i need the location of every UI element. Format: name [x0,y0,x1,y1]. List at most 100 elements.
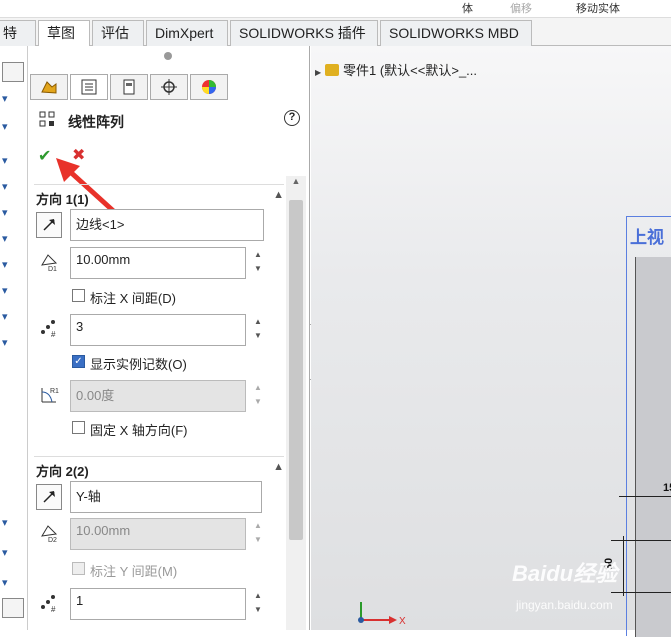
tab-configuration-manager[interactable] [110,74,148,100]
angle-icon: R1 [36,382,62,408]
tree-item-label: 零件1 (默认<<默认>_... [343,63,478,78]
toolbar-item-offset[interactable]: 偏移 [510,0,532,16]
angle-spinner[interactable]: ▲ ▼ [250,381,266,411]
configuration-icon [123,79,135,95]
color-wheel-icon [202,80,216,94]
direction2-spacing-field[interactable]: 10.00mm [70,518,246,550]
tool-move-icon[interactable]: ▾ [2,576,26,590]
feature-tree-icon [41,81,57,94]
tool-slot-icon[interactable]: ▾ [2,232,26,246]
scroll-up-icon[interactable]: ▲ [286,176,306,192]
tool-rect-icon[interactable]: ▾ [2,206,26,220]
direction1-title: 方向 1(1) [36,192,89,207]
tab-features[interactable]: 特征 [0,20,36,65]
reverse-direction-icon [43,219,55,231]
tool-pattern-icon[interactable]: ▾ [2,546,26,560]
svg-text:D1: D1 [48,266,57,273]
dim-y-spacing-label: 标注 Y 间距(M) [90,564,178,579]
reverse-direction-icon [43,491,55,503]
graphics-viewport[interactable]: ▶零件1 (默认<<默认>_... 上视 15 30 X [311,46,671,637]
spacing2-spinner[interactable]: ▲ ▼ [250,519,266,549]
dim-x-spacing-checkbox[interactable] [72,289,85,302]
show-count-label: 显示实例记数(O) [90,357,187,372]
tool-spline-icon[interactable]: ▾ [2,180,26,194]
spacing-d1-icon: D1 [36,249,62,275]
instances-spinner[interactable]: ▲ ▼ [250,315,266,345]
instances-icon: # [36,316,62,342]
collapse-arrow-icon[interactable]: ▲ [273,461,284,473]
help-icon[interactable]: ? [284,110,300,126]
spacing-d2-icon: D2 [36,520,62,546]
ribbon-tab-bar: 特征 草图 评估 DimXpert SOLIDWORKS 插件 SOLIDWOR… [0,18,671,65]
tool-display-icon[interactable] [2,598,24,618]
direction1-spacing-field[interactable]: 10.00mm [70,247,246,279]
direction1-angle-field[interactable]: 0.00度 [70,380,246,412]
tool-fillet-icon[interactable]: ▾ [2,284,26,298]
tool-trim-icon[interactable]: ▾ [2,310,26,324]
scroll-thumb[interactable] [289,200,303,540]
svg-text:D2: D2 [48,537,57,544]
collapse-arrow-icon[interactable]: ▲ [273,189,284,201]
svg-text:#: # [51,330,56,339]
tool-arc-icon[interactable]: ▾ [2,120,26,134]
triad-x-label: X [399,616,406,627]
fix-axis-label: 固定 X 轴方向(F) [90,423,188,438]
tab-evaluate[interactable]: 评估 [92,20,144,46]
dimension-value-a[interactable]: 15 [663,482,671,494]
crosshair-icon [161,79,177,95]
direction1-header[interactable]: 方向 1(1) ▲ [34,184,284,207]
tab-dimxpert[interactable]: DimXpert [146,20,228,46]
tool-mirror-icon[interactable]: ▾ [2,516,26,530]
panel-title: 线性阵列 [68,114,124,130]
tool-convert-icon[interactable]: ▾ [2,336,26,350]
top-toolbar: 体 偏移 移动实体 [0,0,671,18]
watermark-brand: Baidu经验 [512,561,618,586]
tab-solidworks-mbd[interactable]: SOLIDWORKS MBD [380,20,532,46]
axis-triad-icon: X [358,602,406,627]
tool-polygon-icon[interactable]: ▾ [2,258,26,272]
svg-text:R1: R1 [50,388,59,395]
panel-title-row: 线性阵列 ? [38,108,300,132]
property-list-icon [81,79,97,95]
spacing-spinner[interactable]: ▲ ▼ [250,248,266,278]
tool-select-icon[interactable] [2,62,24,82]
panel-scrollbar[interactable]: ▲ [286,176,306,630]
property-manager-panel: 线性阵列 ? ✔ ✖ ▲ 方向 1(1) ▲ 边线<1> D1 10.00mm … [28,46,310,630]
reverse-direction-button[interactable] [36,212,62,238]
tab-sketch[interactable]: 草图 [38,20,90,47]
dimension-line [619,496,671,497]
tab-display-manager[interactable] [190,74,228,100]
view-label: 上视 [630,228,664,247]
watermark-url: jingyan.baidu.com [516,598,613,612]
linear-pattern-icon [39,111,55,127]
direction2-header[interactable]: 方向 2(2) ▲ [34,456,284,479]
direction2-axis-field[interactable]: Y-轴 [70,481,262,513]
flyout-tree-item[interactable]: ▶ 零件1 (默认<<默认>_... [315,60,477,79]
dimension-line [611,540,671,541]
direction1-instances-field[interactable]: 3 [70,314,246,346]
tab-solidworks-addins[interactable]: SOLIDWORKS 插件 [230,20,378,46]
toolbar-item-body[interactable]: 体 [462,0,473,16]
show-count-checkbox[interactable]: ✓ [72,355,85,368]
direction1-edge-field[interactable]: 边线<1> [70,209,264,241]
instances2-spinner[interactable]: ▲ ▼ [250,589,266,619]
left-tool-strip: ▾ ▾ ▾ ▾ ▾ ▾ ▾ ▾ ▾ ▾ ▾ ▾ ▾ [0,46,28,630]
dim-y-spacing-checkbox[interactable] [72,562,85,575]
tab-feature-manager[interactable] [30,74,68,100]
reverse-direction2-button[interactable] [36,484,62,510]
svg-text:#: # [51,605,56,614]
fix-axis-checkbox[interactable] [72,421,85,434]
panel-grip-handle[interactable] [164,52,172,60]
instances2-icon: # [36,591,62,617]
tool-circle-icon[interactable]: ▾ [2,154,26,168]
toolbar-item-move-entities[interactable]: 移动实体 [576,0,620,16]
tab-property-manager[interactable] [70,74,108,100]
tab-dimxpert-manager[interactable] [150,74,188,100]
part-icon [325,64,339,76]
dim-x-spacing-label: 标注 X 间距(D) [90,291,176,306]
direction2-instances-field[interactable]: 1 [70,588,246,620]
direction2-title: 方向 2(2) [36,464,89,479]
expand-caret-icon[interactable]: ▶ [315,68,325,77]
baidu-watermark: Baidu经验 jingyan.baidu.com [510,556,670,626]
tool-line-icon[interactable]: ▾ [2,92,26,106]
